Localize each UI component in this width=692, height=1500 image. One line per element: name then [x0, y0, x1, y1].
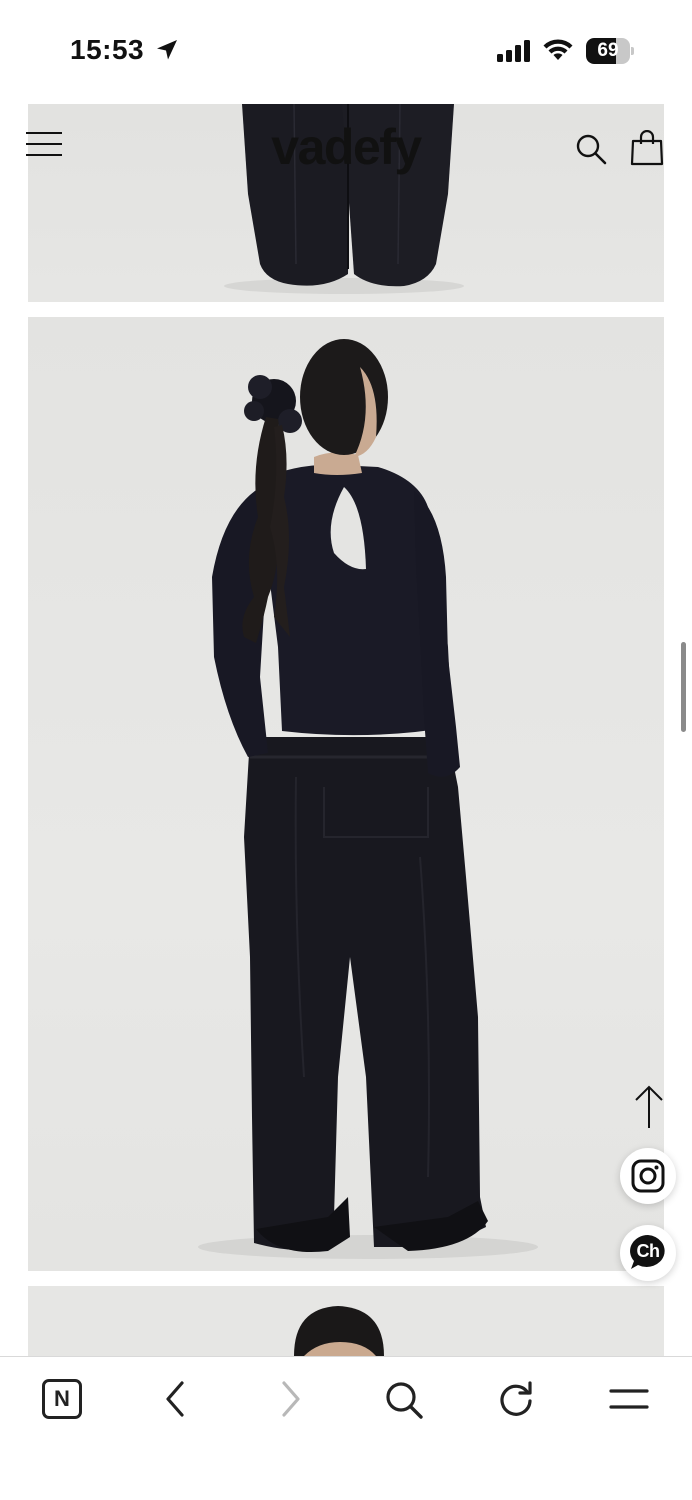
channel-talk-button[interactable]: Ch [620, 1225, 676, 1281]
battery-indicator: 69 [586, 38, 634, 64]
hamburger-menu-icon[interactable] [26, 130, 64, 160]
page-scrollbar[interactable] [681, 642, 686, 732]
product-image-2[interactable] [28, 317, 664, 1271]
naver-icon-label: N [54, 1386, 70, 1411]
search-icon[interactable] [575, 133, 607, 165]
search-icon[interactable] [381, 1377, 425, 1421]
channel-talk-label: Ch [636, 1241, 661, 1261]
cellular-signal-icon [497, 40, 530, 62]
instagram-icon [631, 1159, 665, 1193]
shopping-bag-icon[interactable] [630, 130, 664, 166]
location-arrow-icon [157, 40, 177, 60]
model-back-view-image [198, 339, 538, 1259]
back-icon[interactable] [154, 1377, 198, 1421]
naver-home-button[interactable]: N [40, 1377, 84, 1421]
status-bar: 15:53 69 [0, 0, 692, 100]
forward-icon[interactable] [268, 1377, 312, 1421]
model-head-image [294, 1306, 384, 1356]
reload-icon[interactable] [494, 1377, 538, 1421]
instagram-button[interactable] [620, 1148, 676, 1204]
arrow-up-icon[interactable] [632, 1084, 666, 1130]
battery-level-text: 69 [597, 40, 619, 61]
product-image-3[interactable] [28, 1286, 664, 1356]
wifi-icon [543, 39, 573, 60]
brand-logo[interactable]: vadefy [250, 118, 442, 176]
browser-toolbar: N [0, 1356, 692, 1500]
status-time: 15:53 [70, 34, 145, 65]
menu-icon[interactable] [607, 1377, 651, 1421]
